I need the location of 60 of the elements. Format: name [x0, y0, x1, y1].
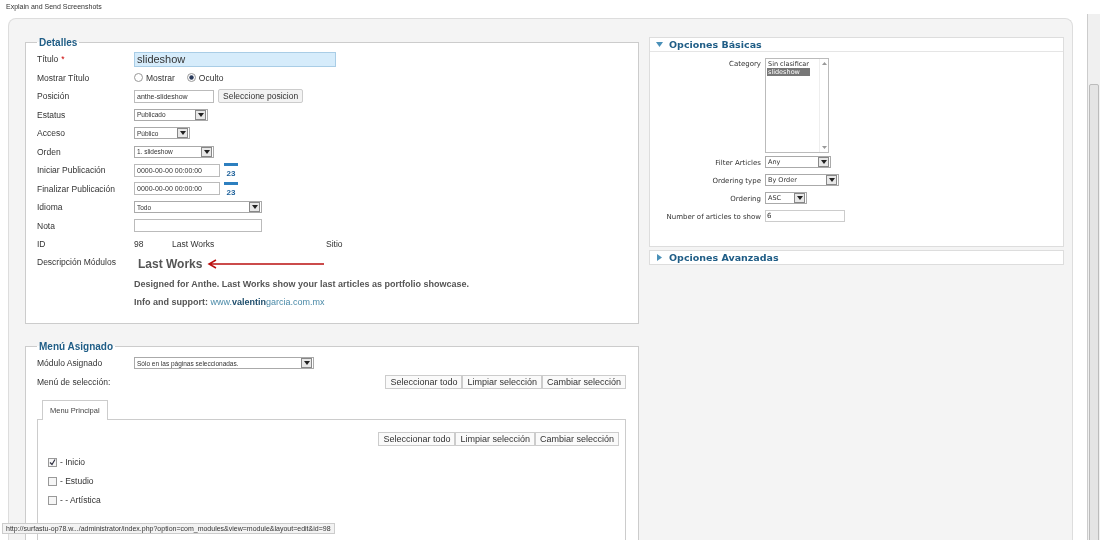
required-mark: *: [61, 54, 65, 65]
radio-button[interactable]: [134, 73, 143, 83]
checkbox-label: - Inicio: [60, 457, 86, 467]
text-field[interactable]: [134, 219, 262, 233]
dropdown-arrow-icon: [301, 358, 312, 368]
checkbox-label: - - Artística: [60, 495, 101, 505]
dropdown-arrow-icon: [195, 109, 206, 120]
selection-button[interactable]: Limpiar selección: [462, 375, 542, 389]
checkbox-label: - Estudio: [60, 476, 94, 486]
radio-label: Oculto: [198, 72, 224, 83]
radio-label: Mostrar: [146, 72, 175, 83]
panel-header[interactable]: Opciones Básicas: [650, 38, 1063, 52]
selection-button[interactable]: Seleccionar todo: [385, 375, 463, 389]
field-label: Módulo Asignado: [37, 358, 104, 368]
info-text: Last Works: [172, 239, 216, 250]
field-label: Iniciar Publicación: [37, 165, 107, 176]
info-text: Sitio: [326, 239, 344, 250]
field-label: Finalizar Publicación: [37, 183, 116, 194]
calendar-icon[interactable]: 23: [224, 163, 238, 178]
radio-button[interactable]: [186, 73, 196, 83]
checkbox[interactable]: [48, 457, 57, 467]
field-label: Menú de selección:: [37, 377, 111, 387]
field-label: Acceso: [37, 128, 66, 139]
support-text: Info and support: www.valentingarcia.com.mx: [134, 296, 326, 307]
scroll-down-icon[interactable]: [821, 146, 827, 149]
dropdown-arrow-icon: [201, 146, 212, 157]
dropdown-arrow-icon: [826, 175, 837, 185]
dropdown-arrow-icon: [794, 193, 805, 203]
text-field[interactable]: slideshow: [134, 51, 336, 67]
field-label: Idioma: [37, 202, 64, 213]
scroll-up-icon[interactable]: [821, 62, 827, 65]
section-legend: Menú Asignado: [37, 340, 116, 352]
dropdown-arrow-icon: [249, 202, 260, 213]
selection-button[interactable]: Cambiar selección: [541, 375, 626, 389]
triangle-down-icon: [656, 41, 663, 48]
selection-button[interactable]: Limpiar selección: [455, 432, 535, 446]
field-label: Mostrar Título: [37, 72, 91, 83]
field-label: Nota: [37, 220, 56, 231]
description-text: Designed for Anthe. Last Works show your last articles as portfolio showcase.: [134, 278, 470, 289]
scrollbar[interactable]: [1087, 14, 1100, 540]
dropdown-arrow-icon: [818, 157, 829, 167]
panel-header[interactable]: Opciones Avanzadas: [650, 251, 1063, 264]
checkbox[interactable]: [48, 476, 57, 486]
calendar-icon[interactable]: 23: [224, 181, 238, 196]
field-label: Estatus: [37, 109, 67, 120]
triangle-right-icon: [656, 254, 663, 261]
field-label: Orden: [37, 146, 62, 157]
field-label: Título *: [37, 54, 66, 65]
info-text: 98: [134, 239, 145, 250]
field-label: Posición: [37, 91, 71, 102]
field-label: Descripción Módulos: [37, 256, 117, 267]
website-link[interactable]: www.valentingarcia.com.mx: [210, 296, 325, 307]
dropdown-arrow-icon: [177, 128, 188, 139]
selection-button[interactable]: Seleccionar todo: [378, 432, 456, 446]
selection-button[interactable]: Cambiar selección: [534, 432, 619, 446]
field-label: ID: [37, 239, 47, 250]
select-position-button[interactable]: Seleccione posicion: [218, 89, 304, 104]
module-title: Last Works: [138, 256, 203, 271]
section-legend: Detalles: [37, 37, 80, 48]
checkbox[interactable]: [48, 495, 57, 505]
